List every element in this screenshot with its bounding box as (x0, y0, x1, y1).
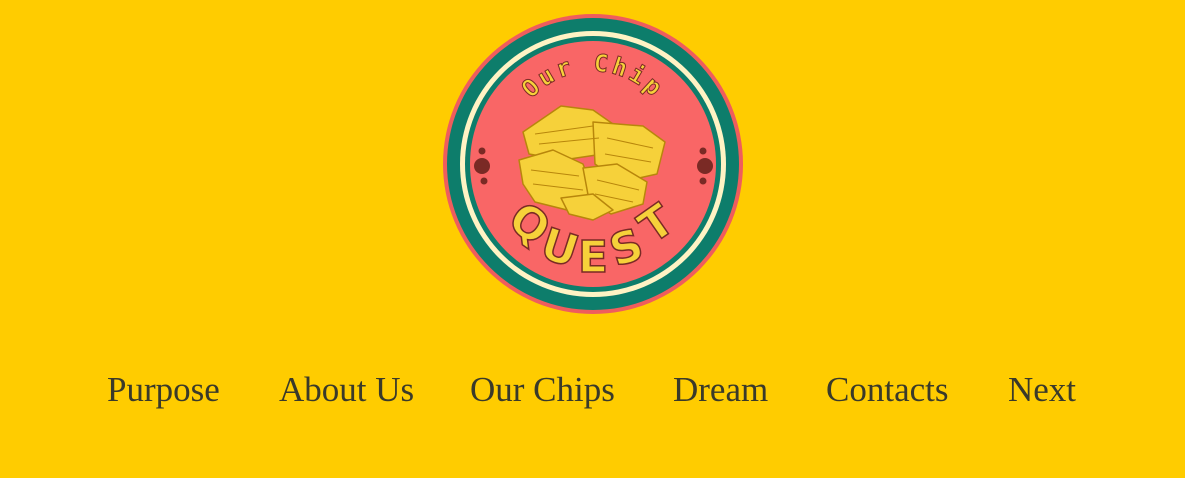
brand-logo-badge: Our Chip Q U E S T (443, 14, 743, 314)
logo-letter: E (578, 232, 608, 283)
nav-link-about-us[interactable]: About Us (279, 364, 414, 416)
brand-logo[interactable]: Our Chip Q U E S T (443, 14, 743, 314)
main-navigation: Purpose About Us Our Chips Dream Contact… (0, 364, 1185, 416)
nav-link-dream[interactable]: Dream (673, 364, 768, 416)
nav-link-purpose[interactable]: Purpose (107, 364, 220, 416)
nav-link-contacts[interactable]: Contacts (826, 364, 948, 416)
nav-link-our-chips[interactable]: Our Chips (470, 364, 615, 416)
nav-link-next[interactable]: Next (1008, 364, 1076, 416)
